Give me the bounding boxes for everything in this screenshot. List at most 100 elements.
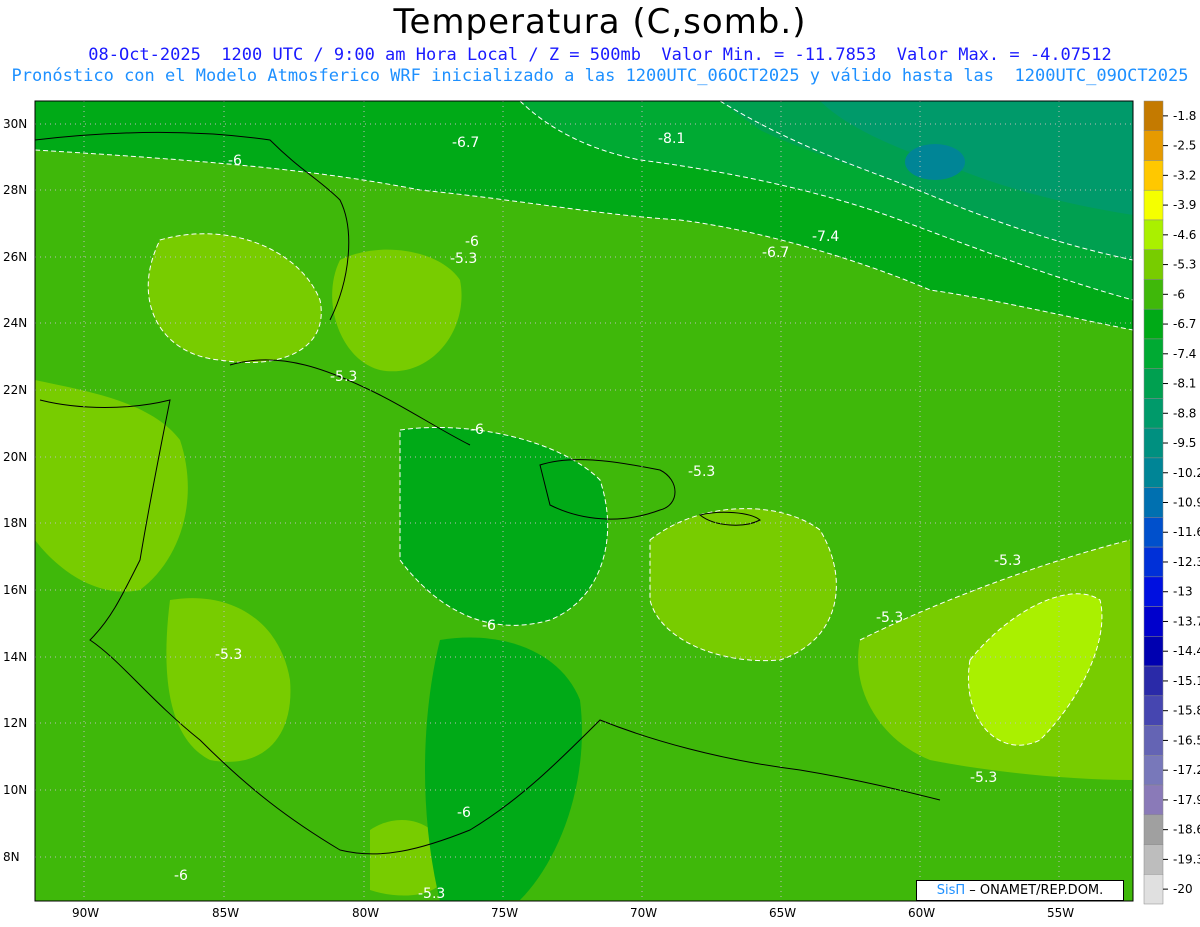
lat-label: 30N — [3, 117, 27, 131]
lat-label: 16N — [3, 583, 27, 597]
colorbar-label: -3.9 — [1173, 198, 1196, 212]
colorbar-label: -15.1 — [1173, 674, 1200, 688]
lat-label: 20N — [3, 450, 27, 464]
lat-label: 12N — [3, 716, 27, 730]
colorbar-label: -8.8 — [1173, 406, 1196, 420]
colorbar-swatch — [1143, 814, 1164, 845]
colorbar-label: -19.3 — [1173, 852, 1200, 866]
colorbar: -1.8 -2.5 -3.2 -3.9 -4.6 -5.3 -6 -6.7 -7.4 -8.1 -8… — [1143, 100, 1200, 905]
credit-box: SisΠ – ONAMET/REP.DOM. — [916, 880, 1124, 901]
colorbar-label: -9.5 — [1173, 436, 1196, 450]
colorbar-label: -10.9 — [1173, 496, 1200, 510]
contour-label: -5.3 — [330, 369, 357, 385]
colorbar-label: -13.7 — [1173, 614, 1200, 628]
colorbar-label: -15.8 — [1173, 704, 1200, 718]
longitude-axis: 90W 85W 80W 75W 70W 65W 60W 55W — [72, 906, 1074, 920]
lon-label: 90W — [72, 906, 99, 920]
colorbar-swatch — [1143, 398, 1164, 429]
lon-label: 85W — [212, 906, 239, 920]
colorbar-swatch — [1143, 636, 1164, 667]
colorbar-label: -6 — [1173, 287, 1185, 301]
contour-label: -6 — [465, 234, 479, 250]
colorbar-label: -12.3 — [1173, 555, 1200, 569]
contour-label: -6.7 — [762, 245, 789, 261]
colorbar-label: -20 — [1173, 882, 1193, 896]
colorbar-swatch — [1143, 338, 1164, 369]
contour-label: -5.3 — [994, 553, 1021, 569]
colorbar-swatch — [1143, 368, 1164, 399]
lat-label: 24N — [3, 316, 27, 330]
colorbar-swatch — [1143, 665, 1164, 697]
lat-label: 8N — [3, 850, 20, 864]
lon-label: 75W — [491, 906, 518, 920]
colorbar-swatch — [1143, 487, 1164, 518]
contour-label: -6 — [470, 422, 484, 438]
colorbar-label: -13 — [1173, 585, 1193, 599]
colorbar-swatch — [1143, 755, 1164, 786]
lat-label: 14N — [3, 650, 27, 664]
colorbar-swatch — [1143, 308, 1164, 340]
colorbar-swatch — [1143, 606, 1164, 637]
map-fill — [35, 101, 1133, 901]
colorbar-swatch — [1143, 457, 1164, 488]
contour-label: -5.3 — [970, 770, 997, 786]
colorbar-swatch — [1143, 427, 1164, 459]
colorbar-swatch — [1143, 695, 1164, 726]
colorbar-swatch — [1143, 249, 1164, 280]
colorbar-label: -7.4 — [1173, 347, 1196, 361]
colorbar-label: -10.2 — [1173, 466, 1200, 480]
contour-label: -6 — [228, 153, 242, 169]
colorbar-swatch — [1143, 279, 1164, 310]
contour-label: -5.3 — [418, 886, 445, 902]
lon-label: 55W — [1047, 906, 1074, 920]
lon-label: 65W — [769, 906, 796, 920]
latitude-axis: 30N 28N 26N 24N 22N 20N 18N 16N 14N 12N … — [3, 117, 27, 864]
colorbar-swatch — [1143, 189, 1164, 221]
lat-label: 28N — [3, 183, 27, 197]
lat-label: 18N — [3, 516, 27, 530]
colorbar-label: -1.8 — [1173, 109, 1196, 123]
lon-label: 70W — [630, 906, 657, 920]
lon-label: 80W — [352, 906, 379, 920]
contour-label: -5.3 — [876, 610, 903, 626]
colorbar-swatch — [1143, 219, 1164, 250]
lat-label: 26N — [3, 250, 27, 264]
contour-label: -8.1 — [658, 131, 685, 147]
colorbar-label: -17.9 — [1173, 793, 1200, 807]
colorbar-swatch — [1143, 100, 1164, 131]
colorbar-swatch — [1143, 784, 1164, 816]
contour-label: -7.4 — [812, 229, 839, 245]
colorbar-label: -16.5 — [1173, 733, 1200, 747]
contour-label: -6 — [174, 868, 188, 884]
colorbar-label: -14.4 — [1173, 644, 1200, 658]
colorbar-label: -11.6 — [1173, 525, 1200, 539]
colorbar-swatch — [1143, 725, 1164, 756]
colorbar-swatch — [1143, 874, 1164, 905]
colorbar-label: -5.3 — [1173, 258, 1196, 272]
contour-label: -5.3 — [688, 464, 715, 480]
lon-label: 60W — [908, 906, 935, 920]
sispi-logo: SisΠ — [936, 883, 966, 898]
lat-label: 10N — [3, 783, 27, 797]
colorbar-label: -17.2 — [1173, 763, 1200, 777]
contour-label: -6.7 — [452, 135, 479, 151]
credit-text: – ONAMET/REP.DOM. — [965, 883, 1104, 898]
colorbar-label: -2.5 — [1173, 139, 1196, 153]
contour-label: -6 — [457, 805, 471, 821]
colorbar-label: -3.2 — [1173, 168, 1196, 182]
colorbar-label: -18.6 — [1173, 823, 1200, 837]
colorbar-label: -8.1 — [1173, 377, 1196, 391]
colorbar-swatch — [1143, 160, 1164, 191]
colorbar-label: -4.6 — [1173, 228, 1196, 242]
contour-label: -5.3 — [215, 647, 242, 663]
colorbar-swatch — [1143, 546, 1164, 578]
cold-pocket — [905, 144, 965, 180]
colorbar-label: -6.7 — [1173, 317, 1196, 331]
colorbar-swatch — [1143, 844, 1164, 875]
contour-label: -6 — [482, 618, 496, 634]
colorbar-swatch — [1143, 130, 1164, 161]
lat-label: 22N — [3, 383, 27, 397]
colorbar-swatch — [1143, 517, 1164, 548]
temperature-map: -6 -6.7 -8.1 -6 -5.3 -7.4 -6.7 -5.3 -6 -… — [3, 100, 1200, 920]
colorbar-swatch — [1143, 576, 1164, 607]
